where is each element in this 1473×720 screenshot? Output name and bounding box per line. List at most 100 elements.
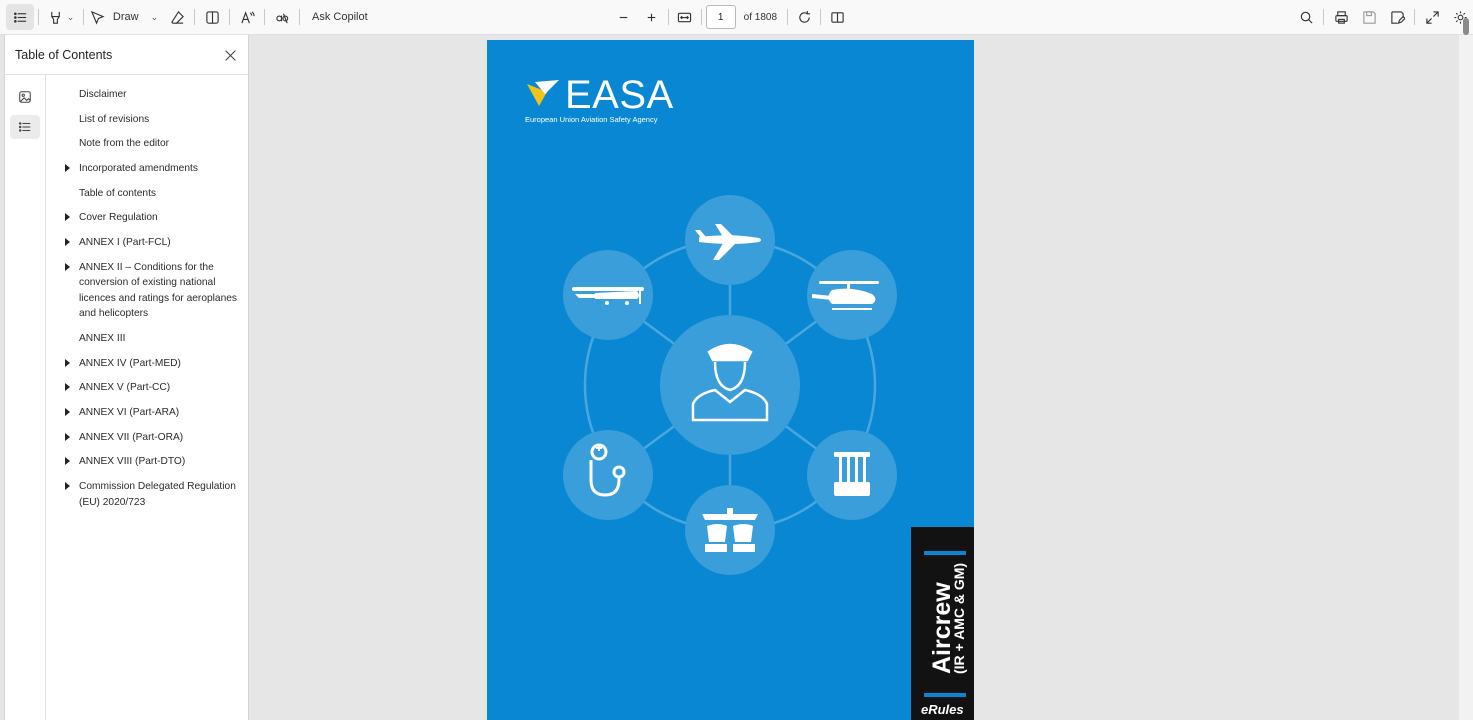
draw-label: Draw — [112, 11, 139, 23]
save-as-button[interactable] — [1384, 4, 1410, 30]
minus-icon — [619, 16, 628, 18]
expand-arrow-icon[interactable] — [65, 457, 70, 466]
expand-arrow-icon[interactable] — [65, 238, 70, 247]
expand-arrow-icon[interactable] — [65, 408, 70, 417]
toc-item[interactable]: ANNEX VII (Part-ORA) — [60, 430, 240, 446]
zoom-in-button[interactable] — [640, 4, 664, 30]
close-panel-button[interactable] — [222, 47, 238, 63]
toc-item[interactable]: ANNEX IV (Part-MED) — [60, 356, 240, 372]
toc-item[interactable]: Disclaimer — [60, 87, 240, 103]
toc-item[interactable]: Incorporated amendments — [60, 161, 240, 177]
toc-item[interactable]: ANNEX III — [60, 331, 240, 347]
expand-arrow-icon[interactable] — [65, 432, 70, 441]
save-button[interactable] — [1356, 4, 1382, 30]
erase-button[interactable] — [164, 4, 190, 30]
logo-subtitle: European Union Aviation Safety Agency — [525, 115, 658, 124]
table-of-contents-toggle-icon[interactable] — [6, 4, 34, 30]
expand-arrow-icon[interactable] — [65, 383, 70, 392]
toc-item[interactable]: ANNEX II – Conditions for the conversion… — [60, 260, 240, 322]
rotate-icon — [798, 10, 810, 23]
fit-width-icon — [677, 12, 692, 22]
table-of-contents-panel: Table of Contents Disclaimer List of revi… — [4, 35, 249, 720]
toolbar-divider — [1414, 9, 1416, 25]
toc-item-label: Cover Regulation — [79, 212, 158, 224]
toc-item-label: Note from the editor — [79, 138, 170, 150]
toc-item-label: ANNEX III — [79, 333, 126, 344]
page-number-input[interactable] — [705, 5, 736, 29]
draw-button[interactable]: Draw ⌄ — [88, 4, 160, 30]
toolbar-divider — [38, 9, 39, 25]
expand-arrow-icon[interactable] — [65, 482, 70, 491]
find-button[interactable] — [1293, 4, 1319, 30]
panel-header: Table of Contents — [5, 35, 248, 75]
toolbar-divider — [1323, 9, 1325, 25]
vertical-scrollbar-track[interactable] — [1459, 18, 1473, 720]
toc-item-label: ANNEX V (Part-CC) — [79, 382, 171, 394]
highlight-button[interactable]: ⌄ — [43, 4, 79, 30]
toc-item-label: ANNEX VIII (Part-DTO) — [79, 456, 186, 468]
translate-button[interactable] — [269, 4, 295, 30]
page-view-icon — [830, 11, 844, 23]
easa-logo-icon — [527, 80, 559, 106]
toolbar-divider — [194, 9, 195, 25]
thumbnails-tab[interactable] — [10, 85, 40, 109]
search-icon — [1300, 11, 1313, 24]
list-icon — [18, 122, 31, 132]
toc-item-label: Commission Delegated Regulation (EU) 202… — [79, 481, 236, 508]
aircrew-illustration — [563, 195, 897, 575]
toc-item-label: List of revisions — [79, 113, 150, 125]
toc-item[interactable]: ANNEX I (Part-FCL) — [60, 235, 240, 251]
chevron-down-icon: ⌄ — [150, 11, 159, 22]
ask-copilot-button[interactable]: Ask Copilot — [304, 4, 376, 30]
toc-item[interactable]: ANNEX VI (Part-ARA) — [60, 405, 240, 421]
expand-arrow-icon[interactable] — [65, 358, 70, 367]
toc-item[interactable]: List of revisions — [60, 112, 240, 128]
toc-item[interactable]: ANNEX VIII (Part-DTO) — [60, 454, 240, 470]
expand-arrow-icon[interactable] — [65, 164, 70, 173]
save-as-icon — [1390, 10, 1405, 24]
text-box-button[interactable] — [199, 4, 225, 30]
pen-icon — [90, 10, 105, 25]
toc-item[interactable]: Cover Regulation — [60, 210, 240, 226]
page-view-button[interactable] — [825, 4, 849, 30]
highlighter-icon — [50, 11, 60, 24]
page-total: of 1808 — [743, 11, 778, 23]
toolbar-divider — [667, 9, 669, 25]
settings-button[interactable] — [1447, 4, 1473, 30]
toolbar-divider — [83, 9, 84, 25]
toc-item[interactable]: Note from the editor — [60, 136, 240, 152]
toc-item[interactable]: Commission Delegated Regulation (EU) 202… — [60, 479, 240, 510]
toolbar-divider — [229, 9, 230, 25]
read-aloud-button[interactable] — [234, 4, 260, 30]
zoom-out-button[interactable] — [612, 4, 636, 30]
expand-arrow-icon[interactable] — [65, 262, 70, 271]
erules-label: eRules — [921, 702, 964, 717]
toolbar-divider — [787, 9, 789, 25]
full-screen-button[interactable] — [1419, 4, 1445, 30]
expand-arrow-icon[interactable] — [65, 213, 70, 222]
toc-item-label: ANNEX I (Part-FCL) — [79, 237, 171, 249]
vertical-scrollbar-thumb[interactable] — [1463, 18, 1469, 35]
toc-item[interactable]: Table of contents — [60, 186, 240, 202]
rotate-button[interactable] — [792, 4, 816, 30]
toc-item-label: Table of contents — [79, 187, 157, 199]
printer-icon — [1334, 10, 1348, 24]
document-subtitle: (IR + AMC & GM) — [951, 562, 967, 674]
translate-icon — [275, 13, 288, 23]
toolbar-divider — [264, 9, 265, 25]
save-icon — [1362, 10, 1376, 24]
text-box-icon — [205, 10, 219, 24]
expand-icon — [1425, 10, 1439, 24]
print-button[interactable] — [1328, 4, 1354, 30]
toc-item-label: ANNEX VI (Part-ARA) — [79, 407, 180, 419]
toc-item[interactable]: ANNEX V (Part-CC) — [60, 380, 240, 396]
eraser-icon — [170, 10, 184, 24]
toc-item-label: ANNEX IV (Part-MED) — [79, 357, 181, 369]
contents-tab[interactable] — [10, 115, 40, 139]
pdf-toolbar: ⌄ Draw ⌄ Ask Copilot of 1808 — [0, 0, 1473, 35]
title-band: Aircrew (IR + AMC & GM) eRules — [911, 527, 974, 720]
chevron-down-icon: ⌄ — [66, 11, 75, 22]
band-accent-line — [924, 693, 966, 697]
logo-text: EASA — [565, 73, 674, 117]
fit-to-width-button[interactable] — [673, 4, 697, 30]
